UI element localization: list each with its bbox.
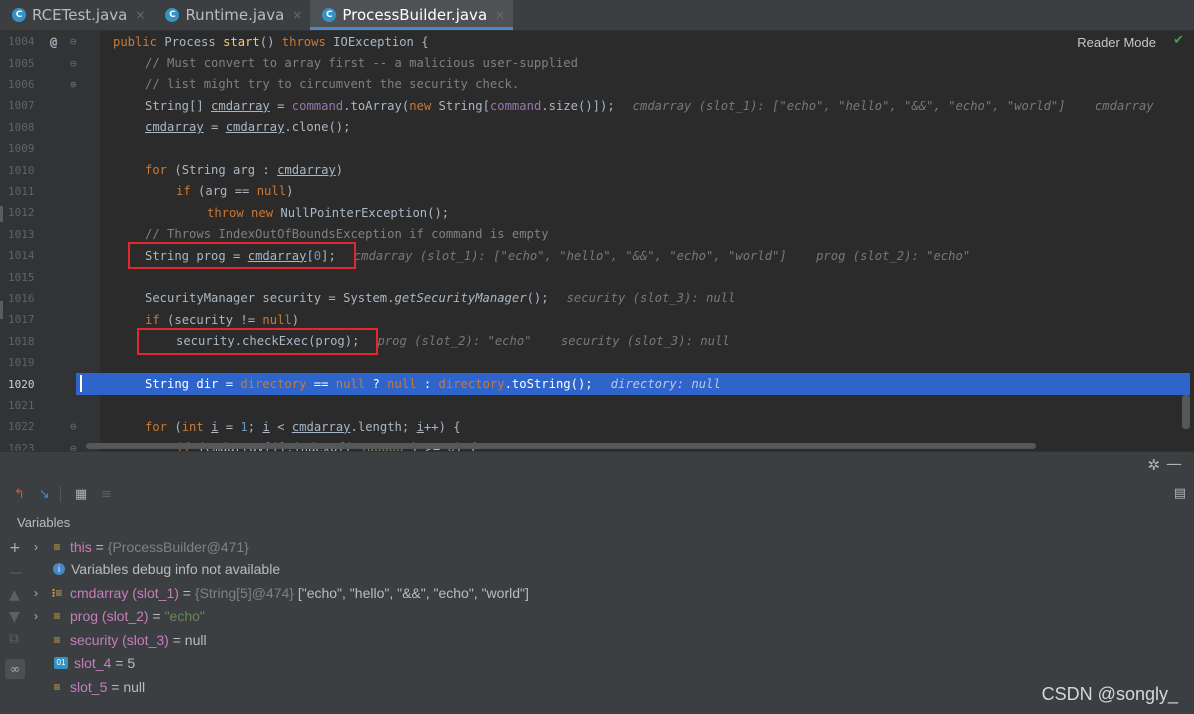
minimize-icon[interactable]: — bbox=[1166, 454, 1182, 473]
field-icon: ≡ bbox=[53, 540, 61, 554]
code-line[interactable]: 1022 ⊖ for (int i = 1; i < cmdarray.leng… bbox=[0, 416, 1194, 437]
gear-icon[interactable]: ✲ bbox=[1147, 456, 1160, 474]
inline-debug-hint: prog (slot_2): "echo" security (slot_3):… bbox=[377, 334, 730, 349]
variable-row[interactable]: ≡ security (slot_3) = null bbox=[48, 629, 206, 651]
left-edge-marker bbox=[0, 206, 3, 222]
expand-arrow-icon[interactable]: › bbox=[34, 540, 48, 554]
text-cursor bbox=[80, 375, 82, 393]
current-execution-line[interactable]: String dir = directory == null ? null : … bbox=[76, 373, 1190, 395]
run-to-cursor-icon[interactable]: ↘ bbox=[39, 487, 50, 502]
tab-label: Runtime.java bbox=[185, 5, 285, 24]
close-icon[interactable]: × bbox=[135, 8, 145, 22]
inline-debug-hint: cmdarray (slot_1): ["echo", "hello", "&&… bbox=[632, 98, 1154, 113]
code-line[interactable]: 1008 cmdarray = cmdarray.clone(); bbox=[0, 117, 1194, 138]
code-line[interactable]: 1021 bbox=[0, 395, 1194, 416]
debugger-toolbar: ↰ ↘ ▦ ≡ ▤ bbox=[0, 480, 1194, 508]
debugger-panel: ✲ — ↰ ↘ ▦ ≡ ▤ Variables + — ▲ ▼ ⧉ ∞ › ≡ … bbox=[0, 451, 1194, 714]
vertical-scrollbar[interactable] bbox=[1182, 395, 1190, 429]
fold-icon[interactable]: ⊖ bbox=[70, 35, 77, 48]
field-icon: ≡ bbox=[53, 633, 61, 647]
move-down-icon[interactable]: ▼ bbox=[9, 609, 20, 625]
tab-label: ProcessBuilder.java bbox=[342, 5, 488, 24]
expand-arrow-icon[interactable]: › bbox=[34, 586, 48, 600]
code-line[interactable]: 1019 bbox=[0, 352, 1194, 373]
debugger-header: ✲ — bbox=[0, 452, 1194, 480]
java-class-icon: C bbox=[12, 7, 26, 22]
code-line[interactable]: 1011 if (arg == null) bbox=[0, 181, 1194, 202]
fold-icon[interactable]: ⊖ bbox=[70, 442, 77, 451]
tab-runtime[interactable]: C Runtime.java × bbox=[153, 0, 310, 30]
code-line[interactable]: 1005 ⊖ // Must convert to array first --… bbox=[0, 52, 1194, 73]
tab-rcetest[interactable]: C RCETest.java × bbox=[0, 0, 153, 30]
layout-icon[interactable]: ▤ bbox=[1174, 486, 1186, 501]
java-class-icon: C bbox=[165, 7, 180, 22]
tab-processbuilder[interactable]: C ProcessBuilder.java × bbox=[310, 0, 514, 30]
add-watch-icon[interactable]: + bbox=[9, 540, 21, 556]
code-editor[interactable]: Reader Mode ✔ 1004 @ ⊖ public Process st… bbox=[0, 31, 1194, 451]
fold-icon[interactable]: ⊕ bbox=[70, 78, 77, 91]
code-line[interactable]: 1009 bbox=[0, 138, 1194, 159]
java-class-icon: C bbox=[322, 7, 337, 22]
copy-icon[interactable]: ⧉ bbox=[9, 631, 19, 647]
variables-sidebar: + — ▲ ▼ ⧉ ∞ bbox=[0, 535, 30, 714]
variable-row[interactable]: 01 slot_4 = 5 bbox=[52, 652, 135, 674]
variable-row[interactable]: › ≡ prog (slot_2) = "echo" bbox=[34, 605, 205, 627]
array-icon: ⁝≡ bbox=[51, 586, 63, 600]
variable-row[interactable]: ≡ slot_5 = null bbox=[48, 676, 145, 698]
horizontal-scrollbar[interactable] bbox=[86, 443, 1036, 449]
info-icon: i bbox=[53, 563, 65, 575]
variables-header: Variables bbox=[17, 515, 71, 530]
move-up-icon[interactable]: ▲ bbox=[9, 587, 20, 603]
infinity-icon[interactable]: ∞ bbox=[5, 659, 25, 679]
inline-debug-hint: directory: null bbox=[610, 377, 721, 392]
step-out-icon[interactable]: ↰ bbox=[14, 487, 25, 502]
field-icon: ≡ bbox=[53, 609, 61, 623]
expand-arrow-icon[interactable]: › bbox=[34, 609, 48, 623]
highlight-box-checkexec bbox=[137, 328, 378, 355]
close-icon[interactable]: × bbox=[292, 8, 302, 22]
close-icon[interactable]: × bbox=[495, 8, 505, 22]
code-line-gutter: 1020 bbox=[8, 377, 35, 391]
watermark: CSDN @songly_ bbox=[1041, 684, 1178, 704]
editor-tab-bar: C RCETest.java × C Runtime.java × C Proc… bbox=[0, 0, 1194, 31]
code-line[interactable]: 1016 SecurityManager security = System.g… bbox=[0, 288, 1194, 309]
inline-debug-hint: security (slot_3): null bbox=[566, 291, 736, 306]
code-line[interactable]: 1010 for (String arg : cmdarray) bbox=[0, 159, 1194, 180]
variable-info-row: i Variables debug info not available bbox=[50, 558, 280, 580]
override-marker-icon[interactable]: @ bbox=[50, 35, 57, 49]
remove-icon[interactable]: — bbox=[9, 565, 23, 581]
code-line[interactable]: 1012 throw new NullPointerException(); bbox=[0, 202, 1194, 223]
field-icon: ≡ bbox=[53, 680, 61, 694]
primitive-int-icon: 01 bbox=[54, 657, 68, 669]
left-edge-marker bbox=[0, 301, 3, 319]
code-line[interactable]: 1004 @ ⊖ public Process start() throws I… bbox=[0, 31, 1194, 52]
trace-icon[interactable]: ≡ bbox=[101, 487, 112, 502]
code-line[interactable]: 1015 bbox=[0, 266, 1194, 287]
highlight-box-prog bbox=[128, 242, 356, 269]
variable-row[interactable]: › ⁝≡ cmdarray (slot_1) = {String[5]@474}… bbox=[34, 582, 529, 604]
variable-row[interactable]: › ≡ this = {ProcessBuilder@471} bbox=[34, 536, 249, 558]
code-line[interactable]: 1007 String[] cmdarray = command.toArray… bbox=[0, 95, 1194, 116]
tab-label: RCETest.java bbox=[32, 5, 128, 24]
fold-icon[interactable]: ⊖ bbox=[70, 57, 77, 70]
evaluate-expression-icon[interactable]: ▦ bbox=[75, 487, 87, 502]
inline-debug-hint: cmdarray (slot_1): ["echo", "hello", "&&… bbox=[353, 248, 971, 263]
code-line[interactable]: 1006 ⊕ // list might try to circumvent t… bbox=[0, 74, 1194, 95]
fold-icon[interactable]: ⊖ bbox=[70, 420, 77, 433]
